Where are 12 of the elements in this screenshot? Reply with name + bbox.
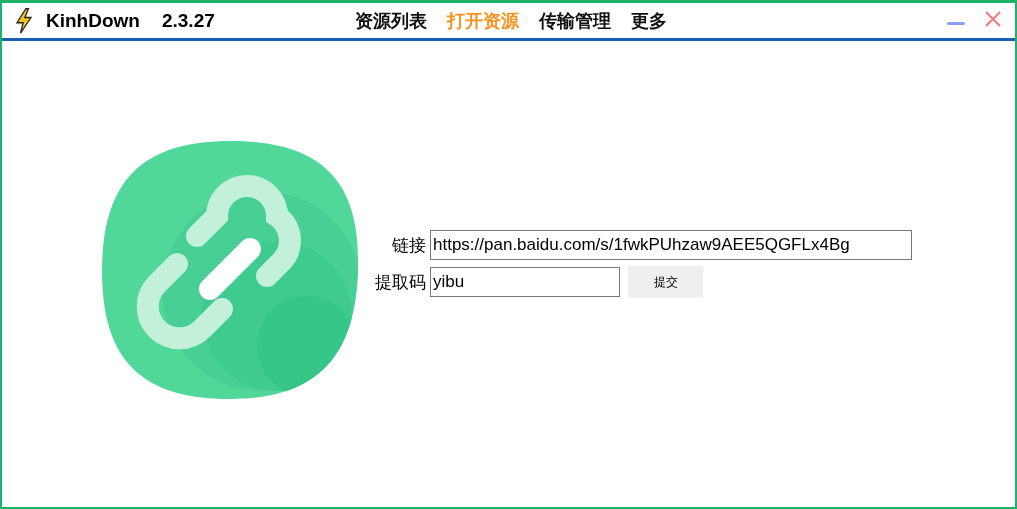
link-label: 链接 [391, 233, 426, 257]
app-name: KinhDown [46, 9, 140, 32]
submit-button[interactable]: 提交 [628, 266, 703, 298]
nav-tab[interactable]: 更多 [630, 8, 667, 33]
code-input[interactable]: yibu [430, 267, 620, 297]
code-label: 提取码 [374, 270, 426, 294]
nav-tab[interactable]: 资源列表 [354, 8, 427, 33]
nav-tab[interactable]: 传输管理 [538, 8, 611, 33]
minimize-icon [947, 22, 965, 25]
link-input[interactable]: https://pan.baidu.com/s/1fwkPUhzaw9AEE5QGFLx4Bg [430, 230, 912, 260]
app-version: 2.3.27 [161, 9, 215, 32]
close-icon [983, 9, 1003, 29]
